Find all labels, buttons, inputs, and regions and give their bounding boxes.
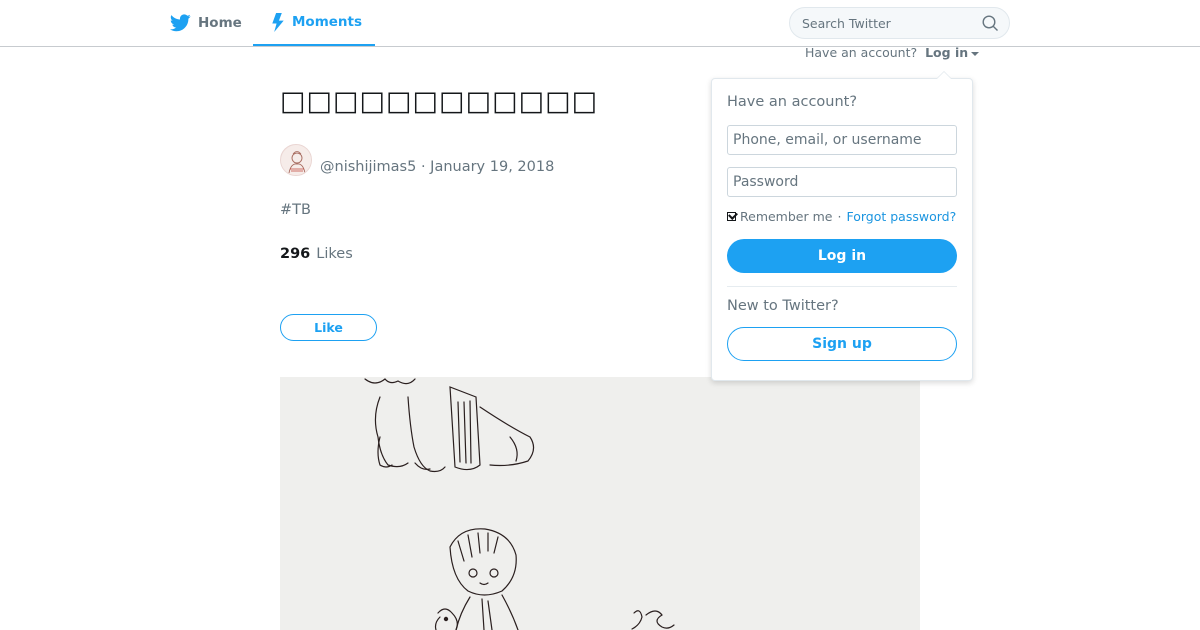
dropdown-divider [727, 286, 957, 287]
login-button[interactable]: Log in [727, 239, 957, 273]
moment-image[interactable] [280, 377, 920, 630]
username-field[interactable] [727, 125, 957, 155]
remember-row: Remember me · Forgot password? [727, 209, 956, 224]
avatar[interactable] [280, 144, 312, 176]
hashtag[interactable]: #TB [280, 202, 311, 218]
remember-me-checkbox[interactable] [727, 212, 736, 221]
search-input[interactable] [802, 8, 977, 38]
moment-date: January 19, 2018 [430, 159, 555, 175]
search-box [789, 7, 1010, 39]
account-prompt: Have an account? Log in [805, 45, 980, 60]
signup-button[interactable]: Sign up [727, 327, 957, 361]
top-navigation: Home Moments [0, 0, 1200, 47]
nav-home[interactable]: Home [170, 0, 242, 46]
signup-heading: New to Twitter? [727, 298, 839, 314]
nav-moments-label: Moments [292, 14, 363, 30]
forgot-password-link[interactable]: Forgot password? [846, 209, 956, 224]
search-icon[interactable] [982, 15, 999, 32]
author-separator: · [420, 159, 426, 175]
remember-me-label[interactable]: Remember me [740, 209, 832, 224]
likes-summary: 296 Likes [280, 246, 353, 262]
author-handle[interactable]: @nishijimas5 [320, 159, 416, 175]
sketch-drawing [364, 378, 675, 630]
like-count: 296 [280, 246, 311, 262]
twitter-bird-icon [170, 14, 191, 32]
nav-home-label: Home [198, 15, 242, 31]
login-link-label: Log in [925, 45, 969, 60]
password-field[interactable] [727, 167, 957, 197]
likes-label: Likes [316, 246, 353, 262]
author-line: @nishijimas5 · January 19, 2018 [320, 159, 554, 175]
account-prompt-text: Have an account? [805, 45, 918, 60]
login-dropdown: Have an account? Remember me · Forgot pa… [711, 71, 973, 381]
login-heading: Have an account? [727, 94, 858, 110]
avatar-image [281, 145, 311, 175]
caret-down-icon [971, 51, 980, 56]
lightning-bolt-icon [272, 12, 284, 32]
moment-title: □□□□□□□□□□□□ [280, 86, 599, 117]
nav-moments[interactable]: Moments [253, 0, 375, 46]
login-dropdown-toggle[interactable]: Log in [925, 45, 980, 60]
remember-separator: · [837, 209, 842, 224]
like-button[interactable]: Like [280, 314, 377, 341]
